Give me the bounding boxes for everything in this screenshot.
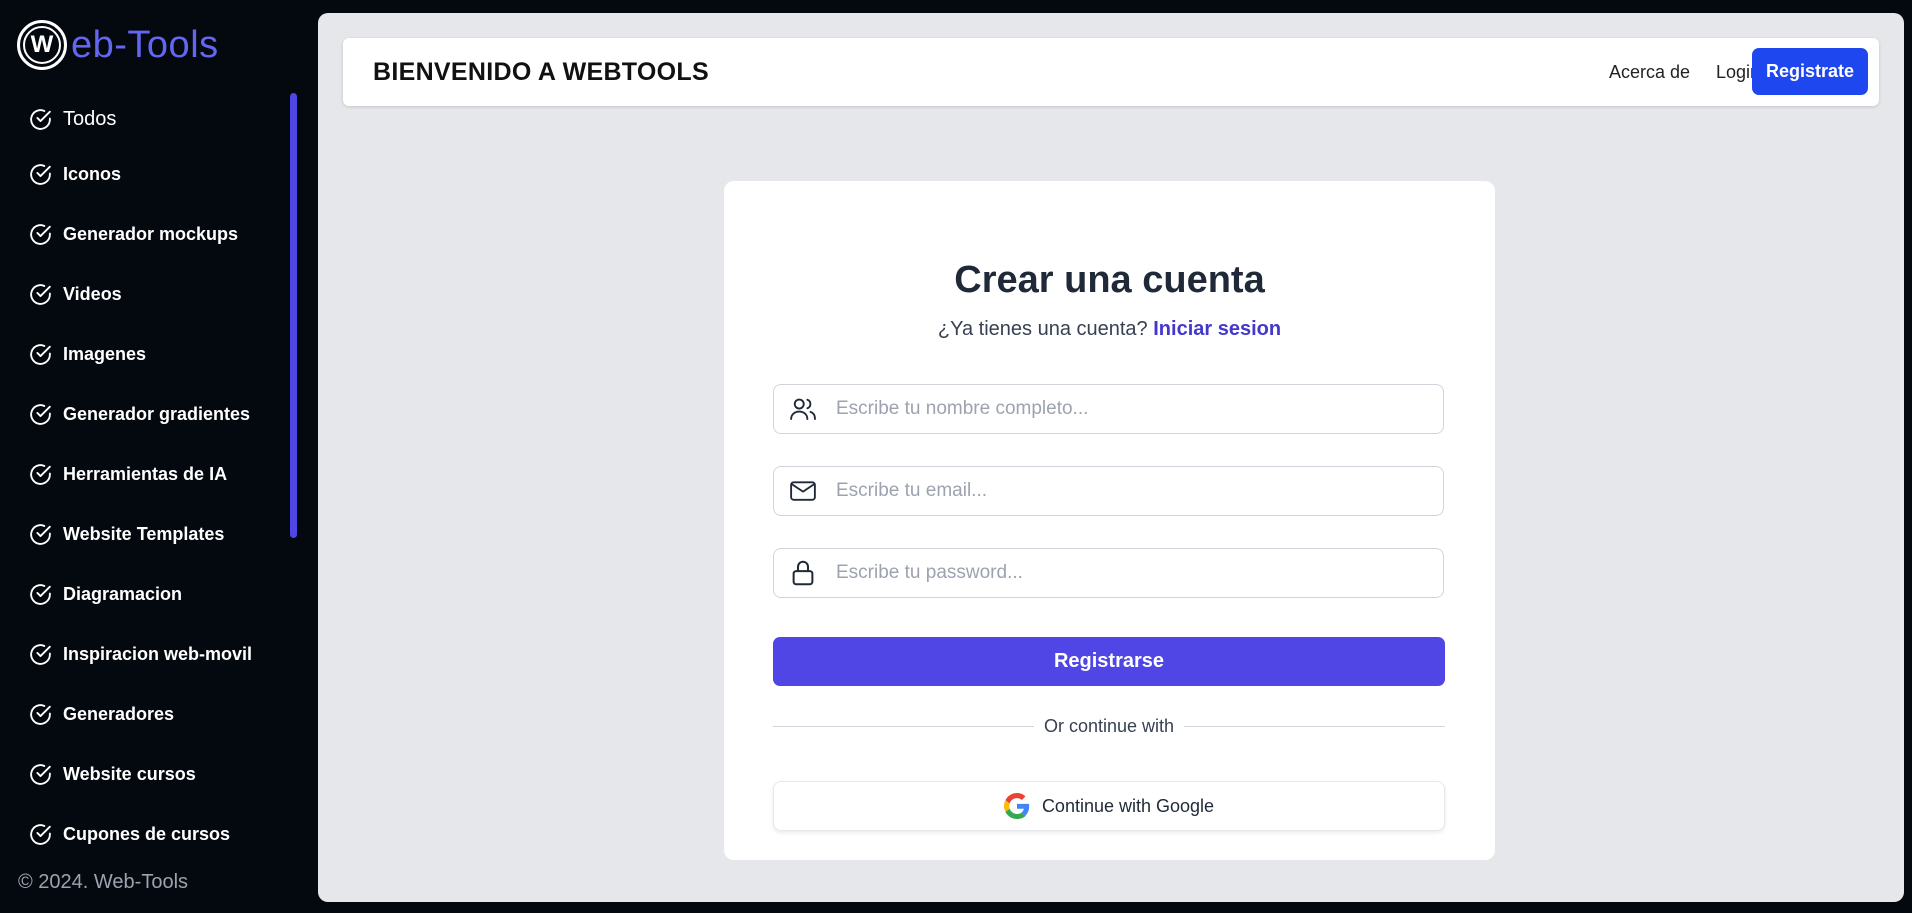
sidebar-item-label: Herramientas de IA bbox=[63, 463, 228, 484]
sidebar-item-label: Inspiracion web-movil bbox=[63, 643, 253, 664]
logo-text: eb-Tools bbox=[71, 23, 219, 66]
logo-mark: W bbox=[17, 20, 67, 70]
sidebar-item-videos[interactable]: Videos bbox=[28, 264, 288, 324]
divider-text: Or continue with bbox=[1033, 716, 1185, 736]
users-icon bbox=[790, 398, 816, 420]
sidebar-item-label: Iconos bbox=[63, 163, 122, 184]
email-input[interactable] bbox=[834, 479, 1418, 503]
about-link[interactable]: Acerca de bbox=[1609, 38, 1690, 106]
signin-prompt: ¿Ya tienes una cuenta? Iniciar sesion bbox=[724, 318, 1495, 341]
sidebar-item-diagramacion[interactable]: Diagramacion bbox=[28, 564, 288, 624]
name-field[interactable] bbox=[773, 384, 1444, 434]
signup-title: Crear una cuenta bbox=[954, 259, 1265, 301]
password-input[interactable] bbox=[834, 561, 1418, 585]
sidebar-nav: Todos Iconos Generador mockups Videos Imagen… bbox=[28, 94, 288, 864]
sidebar-item-label: Website Templates bbox=[63, 523, 225, 544]
check-circle-icon bbox=[30, 343, 51, 365]
mail-icon bbox=[790, 481, 816, 501]
sidebar-item-imagenes[interactable]: Imagenes bbox=[28, 324, 288, 384]
sidebar-item-label: Diagramacion bbox=[63, 583, 183, 604]
google-button-label: Continue with Google bbox=[1041, 795, 1215, 816]
check-circle-icon bbox=[30, 108, 51, 130]
sidebar-item-website-cursos[interactable]: Website cursos bbox=[28, 744, 288, 804]
sidebar-item-label: Generadores bbox=[63, 703, 175, 724]
sidebar-item-label: Generador gradientes bbox=[63, 403, 251, 424]
check-circle-icon bbox=[30, 283, 51, 305]
submit-button[interactable]: Registrarse bbox=[773, 637, 1445, 686]
main-content: BIENVENIDO A WEBTOOLS Acerca de Login Re… bbox=[318, 13, 1904, 902]
check-circle-icon bbox=[30, 823, 51, 845]
sidebar-item-label: Cupones de cursos bbox=[63, 823, 231, 844]
sidebar-item-generador-mockups[interactable]: Generador mockups bbox=[28, 204, 288, 264]
signin-link[interactable]: Iniciar sesion bbox=[1153, 318, 1281, 340]
sidebar-item-label: Generador mockups bbox=[63, 223, 239, 244]
sidebar-item-iconos[interactable]: Iconos bbox=[28, 144, 288, 204]
sidebar: W eb-Tools Todos Iconos Generador mockups V… bbox=[0, 0, 318, 913]
logo-mark-letter: W bbox=[23, 26, 61, 64]
sidebar-item-generadores[interactable]: Generadores bbox=[28, 684, 288, 744]
check-circle-icon bbox=[30, 763, 51, 785]
sidebar-item-cupones-de-cursos[interactable]: Cupones de cursos bbox=[28, 804, 288, 864]
copyright: © 2024. Web-Tools bbox=[18, 871, 189, 893]
google-icon bbox=[1003, 793, 1030, 819]
check-circle-icon bbox=[30, 223, 51, 245]
signin-prompt-text: ¿Ya tienes una cuenta? bbox=[937, 318, 1148, 340]
sidebar-item-label: Todos bbox=[63, 107, 117, 130]
sidebar-item-label: Website cursos bbox=[63, 763, 196, 784]
sidebar-item-herramientas-de-ia[interactable]: Herramientas de IA bbox=[28, 444, 288, 504]
divider: Or continue with bbox=[773, 714, 1445, 738]
name-input[interactable] bbox=[834, 397, 1418, 421]
sidebar-item-inspiracion-web-movil[interactable]: Inspiracion web-movil bbox=[28, 624, 288, 684]
lock-icon bbox=[792, 560, 814, 586]
divider-text-wrap: Or continue with bbox=[773, 714, 1445, 738]
sidebar-item-label: Imagenes bbox=[63, 343, 147, 364]
check-circle-icon bbox=[30, 523, 51, 545]
check-circle-icon bbox=[30, 583, 51, 605]
top-header: BIENVENIDO A WEBTOOLS Acerca de Login Re… bbox=[343, 38, 1879, 106]
check-circle-icon bbox=[30, 643, 51, 665]
sidebar-scrollbar[interactable] bbox=[290, 93, 297, 538]
check-circle-icon bbox=[30, 463, 51, 485]
google-signin-button[interactable]: Continue with Google bbox=[773, 781, 1445, 831]
signup-card: Crear una cuenta ¿Ya tienes una cuenta? … bbox=[724, 181, 1495, 860]
check-circle-icon bbox=[30, 403, 51, 425]
sidebar-item-website-templates[interactable]: Website Templates bbox=[28, 504, 288, 564]
email-field[interactable] bbox=[773, 466, 1444, 516]
sidebar-item-todos[interactable]: Todos bbox=[28, 94, 288, 144]
password-field[interactable] bbox=[773, 548, 1444, 598]
sidebar-item-label: Videos bbox=[63, 283, 122, 304]
check-circle-icon bbox=[30, 163, 51, 185]
logo[interactable]: W eb-Tools bbox=[17, 17, 219, 73]
check-circle-icon bbox=[30, 703, 51, 725]
register-button[interactable]: Registrate bbox=[1752, 48, 1868, 95]
sidebar-item-generador-gradientes[interactable]: Generador gradientes bbox=[28, 384, 288, 444]
page-title: BIENVENIDO A WEBTOOLS bbox=[373, 58, 709, 86]
